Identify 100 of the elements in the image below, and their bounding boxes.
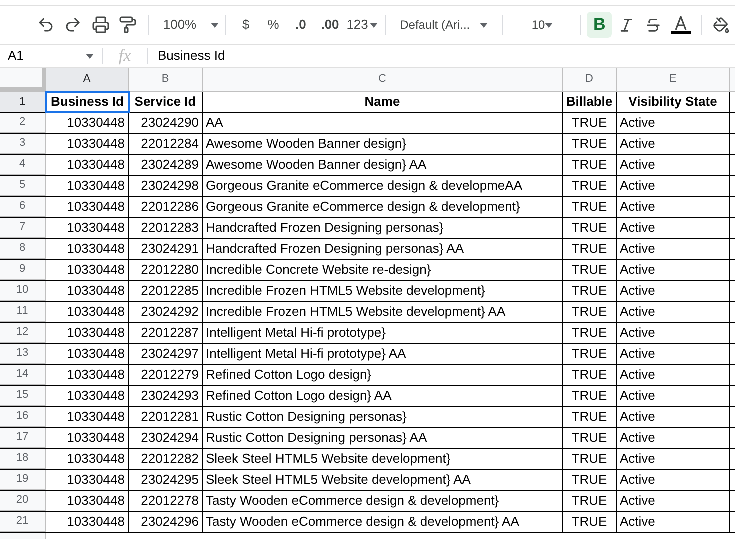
table-cell: Rustic Cotton Designing personas} AA [203,428,563,448]
table-cell: 22012279 [129,365,203,385]
caret-icon [86,54,94,58]
table-cell: 10330448 [46,491,129,511]
fx-label: fx [118,45,132,68]
column-header[interactable]: E [617,68,730,91]
percent-button[interactable]: % [260,11,288,39]
table-cell: 10330448 [46,407,129,427]
table-cell: Sleek Steel HTML5 Website development} AA [203,470,563,490]
printer-icon [92,16,110,34]
header-cell[interactable]: Visibility State [617,92,730,112]
table-cell: TRUE [563,134,617,154]
table-cell: 10330448 [46,260,129,280]
table-cell: TRUE [563,218,617,238]
row-number[interactable]: 20 [0,491,46,511]
column-header[interactable]: B [129,68,203,91]
row-number[interactable]: 6 [0,197,46,217]
paint-bucket-icon [712,16,730,34]
table-cell: TRUE [563,113,617,133]
formula-field[interactable]: Business Id [148,46,735,66]
table-cell: TRUE [563,323,617,343]
column-header[interactable]: A [46,68,129,91]
row-number[interactable]: 8 [0,239,46,259]
table-cell: Active [617,281,730,301]
table-cell: 10330448 [46,386,129,406]
table-cell: Active [617,134,730,154]
row-number[interactable]: 1 [0,92,46,112]
row-number[interactable]: 14 [0,365,46,385]
table-cell: 22012286 [129,197,203,217]
table-cell: Active [617,449,730,469]
table-cell: 23024298 [129,176,203,196]
header-cell[interactable]: Business Id [46,92,129,112]
row-number[interactable]: 3 [0,134,46,154]
table-cell: 22012284 [129,134,203,154]
table-cell: Handcrafted Frozen Designing personas} AA [203,239,563,259]
column-header[interactable]: C [203,68,563,91]
table-cell: TRUE [563,512,617,532]
table-cell: 22012283 [129,218,203,238]
zoom-dropdown[interactable]: 100% [154,11,220,39]
row-number[interactable]: 11 [0,302,46,322]
caret-icon [545,22,554,28]
table-cell: Active [617,323,730,343]
table-cell: Active [617,113,730,133]
table-cell: Active [617,428,730,448]
table-cell: Awesome Wooden Banner design} AA [203,155,563,175]
row-number[interactable]: 15 [0,386,46,406]
number-format-dropdown[interactable]: 123 [346,11,380,39]
header-cell[interactable]: Service Id [129,92,203,112]
row-number[interactable]: 12 [0,323,46,343]
row-number[interactable]: 19 [0,470,46,490]
table-cell: 10330448 [46,155,129,175]
table-cell: 22012287 [129,323,203,343]
table-cell: 10330448 [46,281,129,301]
color-bar [670,31,691,34]
name-box[interactable]: A1 [0,46,102,66]
table-cell: 23024291 [129,239,203,259]
row-number[interactable]: 10 [0,281,46,301]
table-cell: 10330448 [46,365,129,385]
increase-decimal-button[interactable]: .00 [314,11,346,39]
table-cell: TRUE [563,281,617,301]
currency-button[interactable]: $ [232,11,260,39]
row-number[interactable]: 9 [0,260,46,280]
caret-icon [210,22,219,28]
table-cell: 10330448 [46,449,129,469]
bold-button[interactable]: B [586,12,612,38]
row-number[interactable]: 16 [0,407,46,427]
table-cell: 10330448 [46,176,129,196]
font-dropdown[interactable]: Default (Ari... [392,11,496,39]
table-cell: Intelligent Metal Hi-fi prototype} [203,323,563,343]
row-number[interactable]: 2 [0,113,46,133]
row-number[interactable]: 17 [0,428,46,448]
table-cell: 23024289 [129,155,203,175]
table-cell: Incredible Frozen HTML5 Website development} AA [203,302,563,322]
table-cell: 10330448 [46,134,129,154]
table-cell: TRUE [563,197,617,217]
table-cell: AA [203,113,563,133]
decrease-decimal-button[interactable]: .0 [287,11,315,39]
table-cell: TRUE [563,344,617,364]
table-cell: 10330448 [46,239,129,259]
table-cell: Awesome Wooden Banner design} [203,134,563,154]
table-cell: Incredible Frozen HTML5 Website development} [203,281,563,301]
header-cell[interactable]: Billable [563,92,617,112]
row-number[interactable]: 21 [0,512,46,532]
row-number[interactable]: 13 [0,344,46,364]
caret-icon [480,22,488,28]
header-cell[interactable]: Name [203,92,563,112]
row-number[interactable]: 18 [0,449,46,469]
redo-icon [64,16,82,34]
column-header[interactable]: D [563,68,617,91]
table-cell: Rustic Cotton Designing personas} [203,407,563,427]
font-size-dropdown[interactable]: 10 [509,11,574,39]
row-number[interactable]: 4 [0,155,46,175]
table-cell: Gorgeous Granite eCommerce design & development} [203,197,563,217]
row-number[interactable]: 5 [0,176,46,196]
table-cell: TRUE [563,155,617,175]
table-cell: Intelligent Metal Hi-fi prototype} AA [203,344,563,364]
table-cell: Active [617,365,730,385]
table-cell: 22012280 [129,260,203,280]
table-cell: 10330448 [46,113,129,133]
row-number[interactable]: 7 [0,218,46,238]
